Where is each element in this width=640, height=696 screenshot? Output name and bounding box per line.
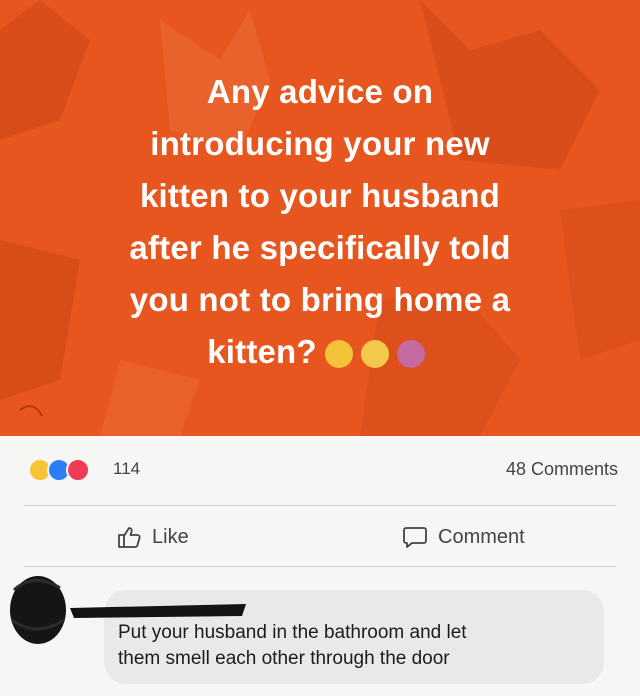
redacted-avatar [10,576,66,644]
post-line: introducing your new [150,125,490,162]
comment-button[interactable]: Comment [402,524,525,550]
comment-line: them smell each other through the door [118,648,450,669]
post-line: Any advice on [206,73,434,110]
post-line: after he specifically told [129,229,511,266]
speech-bubble-icon [403,527,427,548]
post-message: Any advice on introducing your new kitte… [40,66,600,378]
comment-text: Put your husband in the bathroom and let… [118,620,588,672]
comments-count[interactable]: 48 Comments [506,459,618,480]
post-background: Any advice on introducing your new kitte… [0,0,640,436]
redacted-commenter-name [70,604,246,618]
post-line: you not to bring home a [129,281,511,318]
post-line-last: kitten? [40,326,600,378]
divider [24,566,616,567]
post-line: kitten to your husband [139,177,501,214]
post-line: kitten? [207,333,317,370]
divider [24,505,616,506]
comment-line: Put your husband in the bathroom and let [118,622,467,643]
love-reaction-icon [66,458,90,482]
comment-label: Comment [438,525,525,548]
like-button[interactable]: Like [116,524,189,550]
like-label: Like [152,525,189,548]
reaction-icons[interactable] [28,458,90,482]
thumbs-up-icon [118,527,141,548]
laughing-tears-emoji-icon [360,340,389,369]
shrug-emoji-icon [396,340,425,369]
reaction-count[interactable]: 114 [113,459,140,479]
emoji-row [324,340,433,369]
scream-emoji-icon [324,340,353,369]
